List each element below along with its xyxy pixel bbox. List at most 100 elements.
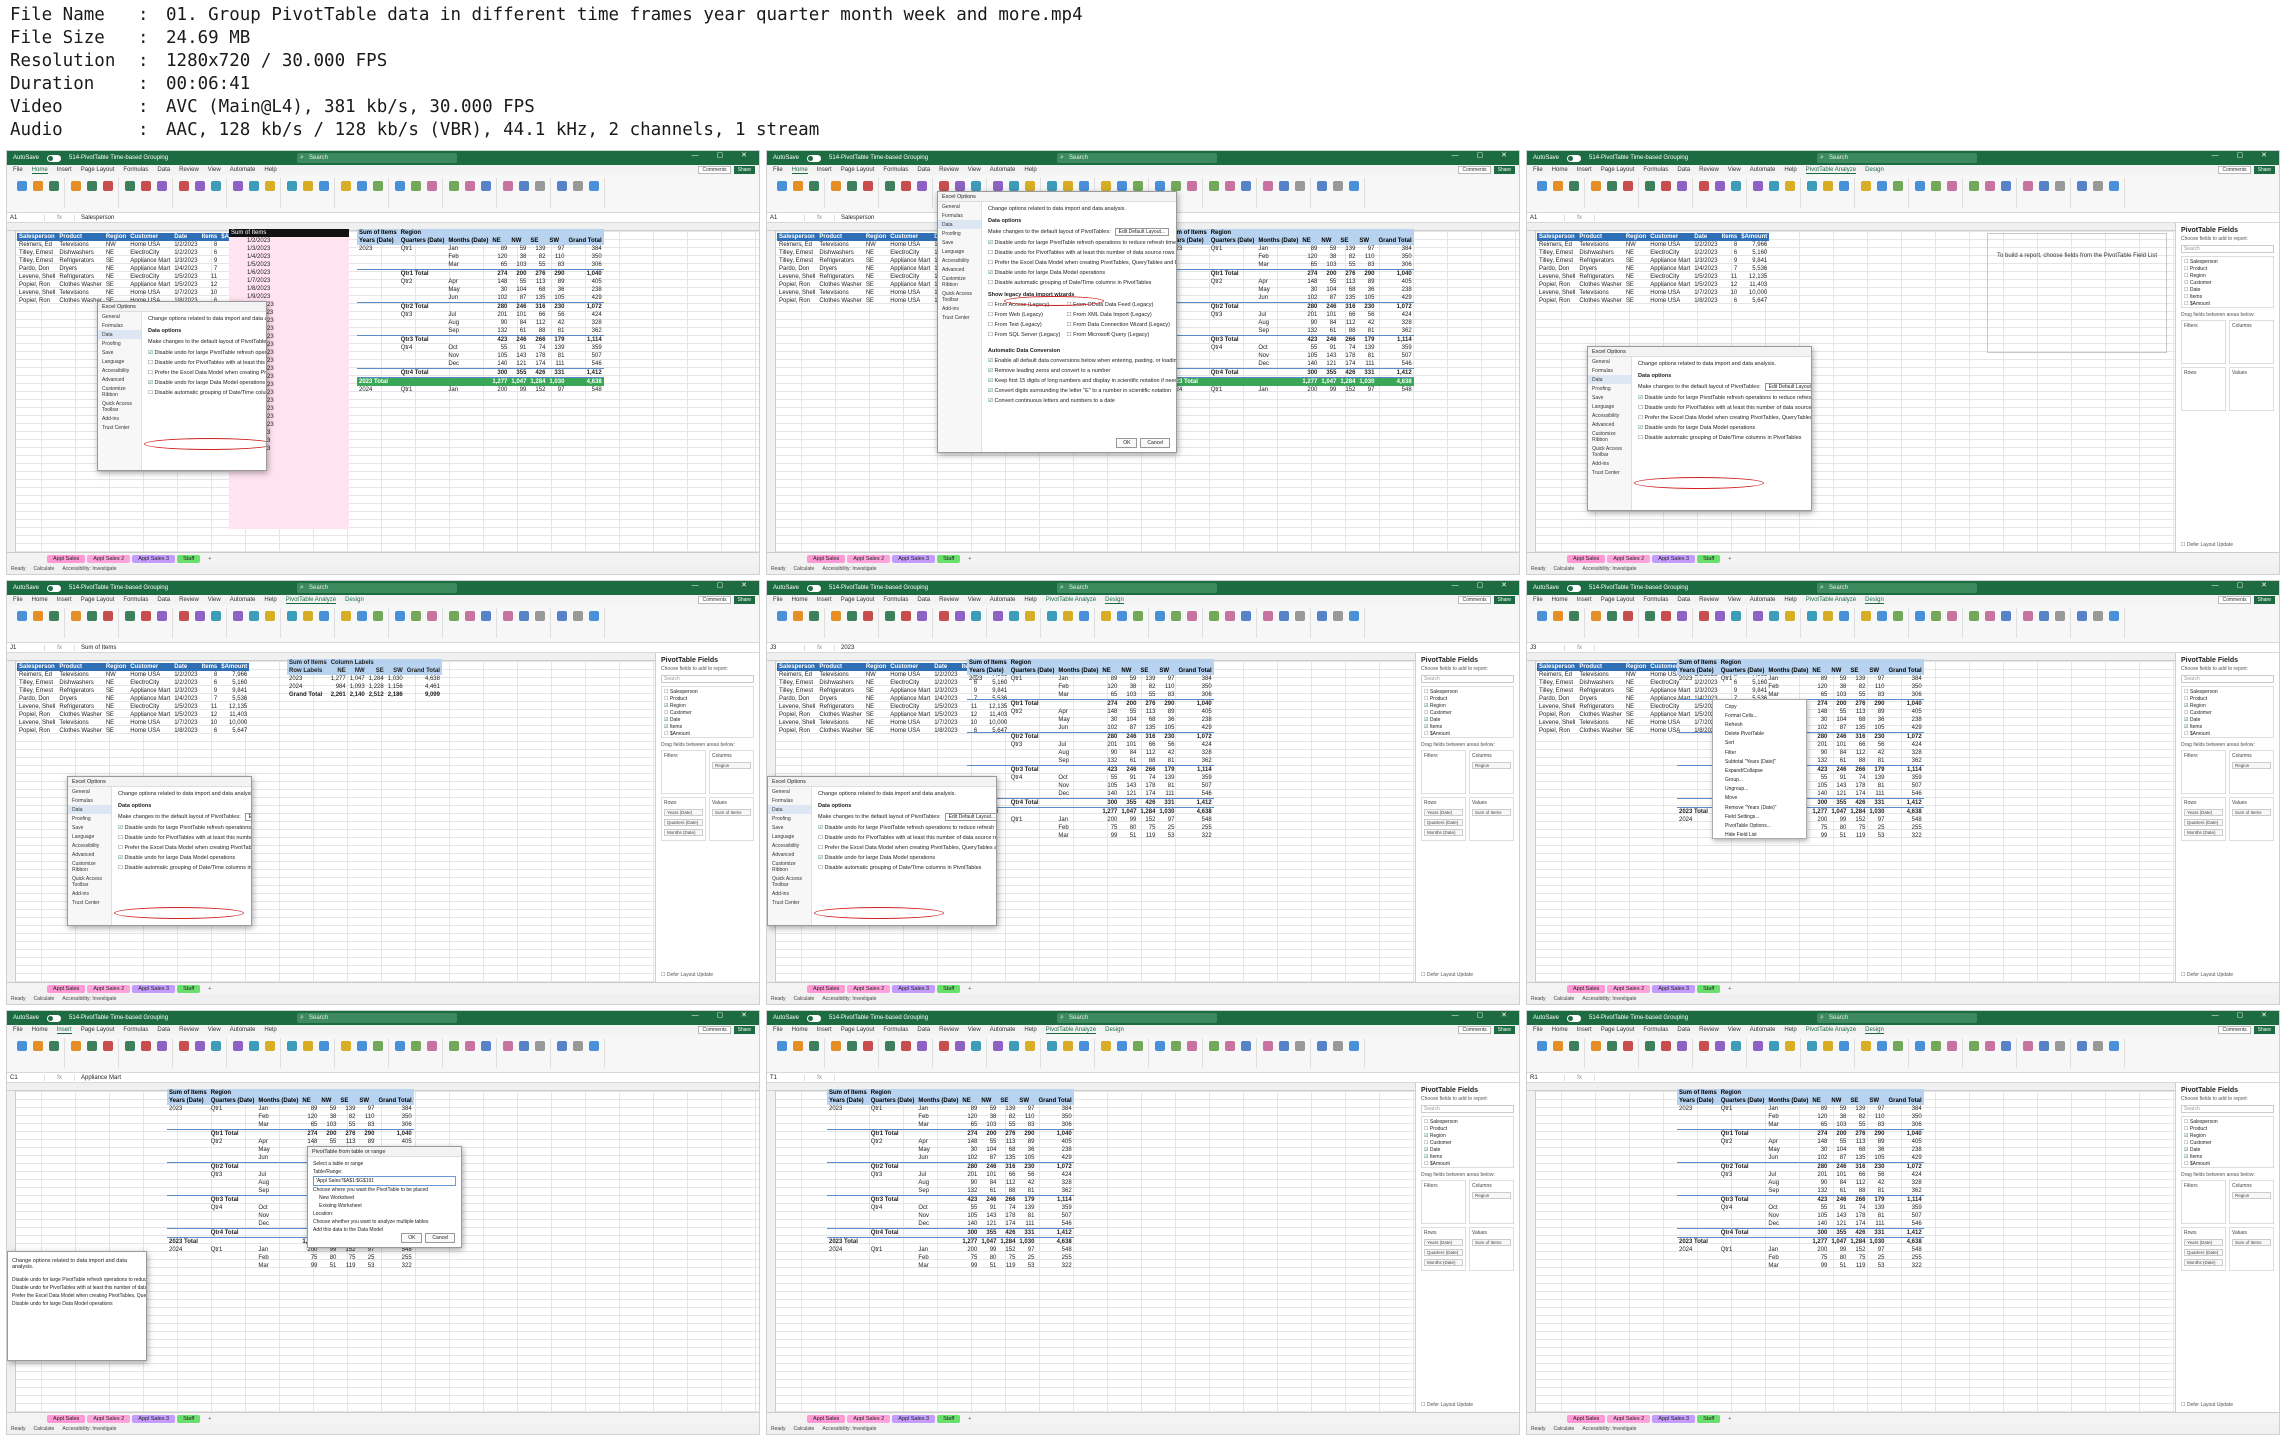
pivot-cell[interactable] bbox=[967, 732, 1009, 741]
pivot-cell[interactable] bbox=[827, 1228, 869, 1238]
options-nav-accessibility[interactable]: Accessibility bbox=[768, 841, 811, 850]
name-box[interactable]: J3 bbox=[767, 644, 805, 651]
pivot-cell[interactable] bbox=[209, 1154, 257, 1163]
pivot-cell[interactable]: 1,284 bbox=[528, 377, 548, 386]
pivot-cell[interactable]: 266 bbox=[1848, 765, 1868, 774]
pivot-cell[interactable]: 38 bbox=[1829, 1113, 1848, 1121]
pivot-cell[interactable]: Feb bbox=[1056, 683, 1100, 691]
table-cell[interactable]: 5,647 bbox=[1739, 297, 1769, 305]
pivot-cell[interactable]: 75 bbox=[1810, 1254, 1829, 1262]
ribbon-command-icon[interactable] bbox=[1769, 611, 1779, 621]
pivot-cell[interactable]: Qtr1 bbox=[209, 1105, 257, 1113]
pivot-cell[interactable]: 91 bbox=[1119, 774, 1138, 782]
pivot-cell[interactable]: 178 bbox=[1848, 1212, 1867, 1220]
pivot-cell[interactable]: 306 bbox=[1176, 691, 1213, 700]
pivot-cell[interactable]: 300 bbox=[1810, 798, 1830, 808]
summary-pivot-cell[interactable]: Row Labels bbox=[287, 667, 329, 675]
options-nav-language[interactable]: Language bbox=[1588, 402, 1631, 411]
row-field-chip[interactable]: Years (Date) bbox=[2184, 809, 2223, 816]
pivot-cell[interactable]: 110 bbox=[1867, 1113, 1886, 1121]
ribbon-command-icon[interactable] bbox=[303, 1041, 313, 1051]
pivot-cell[interactable] bbox=[1009, 691, 1057, 700]
pivot-cell[interactable]: Qtr1 bbox=[209, 1246, 257, 1254]
pivot-cell[interactable]: 88 bbox=[998, 1187, 1017, 1196]
pivot-cell[interactable] bbox=[1719, 1121, 1767, 1130]
pivot-cell[interactable] bbox=[916, 1129, 961, 1138]
table-cell[interactable]: NE bbox=[1624, 289, 1648, 297]
pivot-cell[interactable]: 42 bbox=[547, 319, 566, 327]
ribbon-command-icon[interactable] bbox=[535, 1041, 545, 1051]
pivot-cell[interactable]: 105 bbox=[490, 352, 509, 360]
pivot-cell[interactable]: 135 bbox=[528, 294, 547, 303]
pivot-cell[interactable]: 51 bbox=[979, 1262, 998, 1270]
pivot-cell[interactable]: 36 bbox=[1357, 286, 1376, 294]
pivot-cell[interactable]: 507 bbox=[1176, 782, 1213, 790]
table-cell[interactable]: NE bbox=[864, 719, 888, 727]
pivot-cell[interactable]: Qtr2 Total bbox=[1208, 302, 1257, 311]
pivot-cell[interactable]: Qtr4 Total bbox=[1208, 368, 1257, 378]
table-header-cell[interactable]: Date bbox=[932, 663, 960, 671]
pivot-cell[interactable]: 140 bbox=[1810, 790, 1829, 799]
pivot-cell[interactable]: 74 bbox=[1138, 774, 1157, 782]
pivot-cell[interactable]: 331 bbox=[1867, 1228, 1887, 1238]
pivot-cell[interactable] bbox=[827, 1254, 869, 1262]
row-field-chip[interactable]: Months (Date) bbox=[1424, 829, 1463, 836]
pivot-cell[interactable]: 350 bbox=[1036, 1113, 1073, 1121]
table-cell[interactable]: 1/2/2023 bbox=[172, 679, 199, 687]
table-cell[interactable]: NE bbox=[104, 265, 128, 273]
pivot-cell[interactable] bbox=[827, 1262, 869, 1270]
pivot-cell[interactable]: 84 bbox=[1829, 749, 1848, 757]
pivot-cell[interactable]: 97 bbox=[1157, 675, 1176, 683]
ribbon-command-icon[interactable] bbox=[1823, 611, 1833, 621]
options-nav-save[interactable]: Save bbox=[68, 823, 111, 832]
pivot-cell[interactable]: 322 bbox=[1036, 1262, 1073, 1270]
pivot-header-cell[interactable]: Months (Date) bbox=[1766, 1097, 1811, 1105]
table-cell[interactable]: Clothes Washer bbox=[817, 711, 863, 719]
ribbon-command-icon[interactable] bbox=[411, 1041, 421, 1051]
area-rows[interactable]: Rows Years (Date) Quarters (Date) Months (D… bbox=[2181, 797, 2226, 841]
pivot-cell[interactable]: 143 bbox=[979, 1212, 998, 1220]
pivot-cell[interactable]: 91 bbox=[1319, 344, 1338, 352]
table-cell[interactable]: Home USA bbox=[128, 241, 172, 249]
ribbon-command-icon[interactable] bbox=[2109, 1041, 2119, 1051]
pivot-cell[interactable]: 276 bbox=[1338, 269, 1358, 278]
edit-default-layout-button[interactable]: Edit Default Layout... bbox=[944, 813, 996, 821]
pivot-cell[interactable]: 507 bbox=[1376, 352, 1413, 360]
pivot-cell[interactable]: 104 bbox=[979, 1146, 998, 1154]
ribbon-command-icon[interactable] bbox=[373, 1041, 383, 1051]
table-cell[interactable]: SE bbox=[864, 281, 888, 289]
ribbon-command-icon[interactable] bbox=[863, 611, 873, 621]
pivot-cell[interactable]: 132 bbox=[960, 1187, 979, 1196]
pivot-cell[interactable]: 102 bbox=[1100, 724, 1119, 733]
summary-pivot-cell[interactable]: 1,228 bbox=[367, 683, 386, 691]
pivot-header-cell[interactable]: SW bbox=[1017, 1097, 1037, 1105]
ribbon-command-icon[interactable] bbox=[1785, 611, 1795, 621]
column-field-chip[interactable]: Region bbox=[2232, 762, 2271, 769]
pivot-cell[interactable]: 276 bbox=[1848, 699, 1868, 708]
context-menu-item[interactable]: Move bbox=[1713, 794, 1806, 803]
pivot-cell[interactable]: 429 bbox=[1886, 724, 1923, 733]
ribbon-command-icon[interactable] bbox=[2093, 181, 2103, 191]
pivot-cell[interactable]: 139 bbox=[1848, 1105, 1867, 1113]
pivot-cell[interactable]: Dec bbox=[916, 1220, 960, 1229]
pivot-cell[interactable]: Feb bbox=[916, 1113, 960, 1121]
ribbon-command-icon[interactable] bbox=[1931, 611, 1941, 621]
pivot-cell[interactable]: Jul bbox=[1256, 311, 1300, 319]
ribbon-command-icon[interactable] bbox=[2109, 181, 2119, 191]
table-cell[interactable]: Levene, Shell bbox=[17, 273, 57, 281]
pivot-cell[interactable]: 104 bbox=[1829, 716, 1848, 724]
ribbon-command-icon[interactable] bbox=[1553, 1041, 1563, 1051]
legacy-checkbox[interactable]: From XML Data Import (Legacy) bbox=[1067, 312, 1170, 318]
pivot-cell[interactable]: 405 bbox=[1886, 1138, 1923, 1146]
ribbon-command-icon[interactable] bbox=[1295, 611, 1305, 621]
pivot-header-cell[interactable]: Grand Total bbox=[1886, 1097, 1924, 1105]
table-cell[interactable]: Home USA bbox=[1648, 297, 1692, 305]
pivot-cell[interactable]: 507 bbox=[1886, 1212, 1923, 1220]
name-box[interactable]: R1 bbox=[1527, 1074, 1565, 1081]
table-header-cell[interactable]: Customer bbox=[128, 233, 173, 241]
pivot-cell[interactable]: 2023 bbox=[827, 1105, 869, 1113]
pivot-cell[interactable]: 112 bbox=[1848, 749, 1867, 757]
pivot-cell[interactable]: 355 bbox=[1829, 798, 1849, 808]
table-cell[interactable]: Home USA bbox=[888, 727, 932, 735]
tab-formulas[interactable]: Formulas bbox=[1643, 167, 1668, 173]
